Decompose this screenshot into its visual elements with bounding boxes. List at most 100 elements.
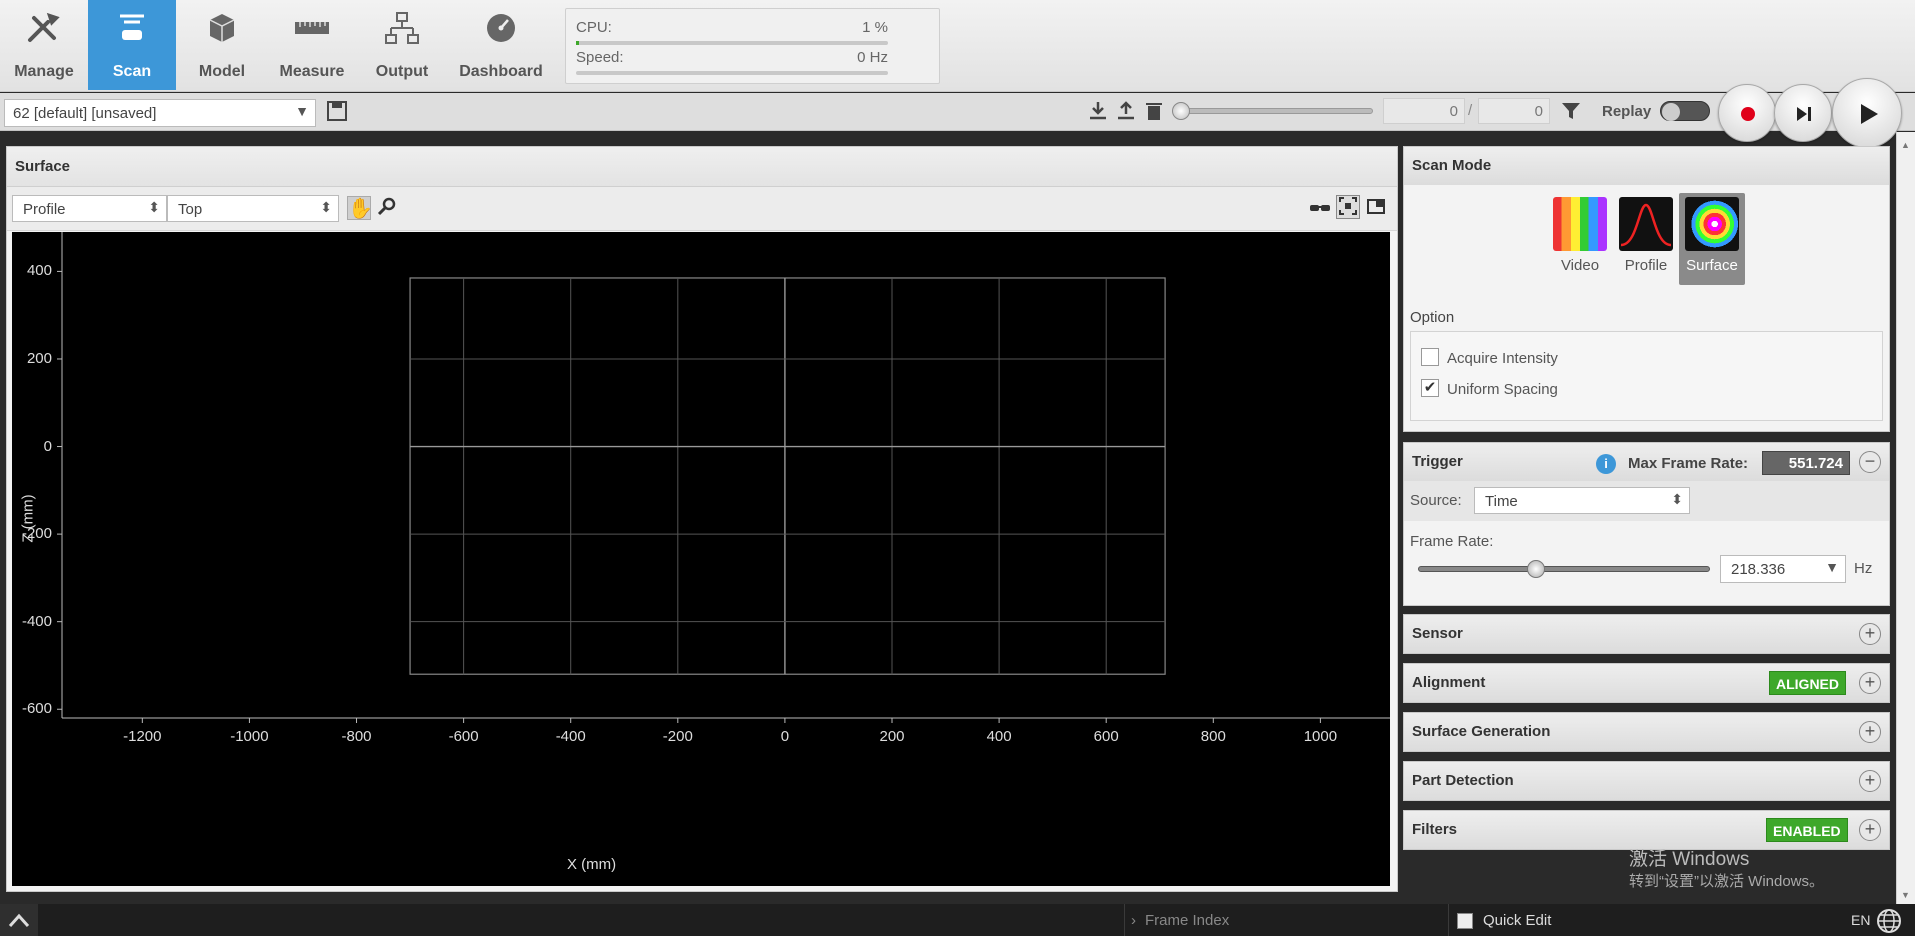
x-tick-label: -200 [662, 728, 693, 745]
tab-label: Output [375, 63, 429, 80]
select-arrow-icon: ⬍ [148, 199, 160, 215]
replay-toggle[interactable] [1660, 101, 1710, 121]
globe-icon[interactable] [1876, 908, 1902, 934]
x-tick-label: -1000 [230, 728, 269, 745]
x-tick-label: 800 [1200, 728, 1226, 745]
quick-edit-label: Quick Edit [1483, 912, 1552, 929]
surface-plot[interactable]: 400 200 0 -200 -400 -600 -1200 -1000 -800 -600 -4… [12, 232, 1390, 886]
alignment-section[interactable]: Alignment ALIGNED + [1403, 663, 1890, 703]
surface-plot-canvas [57, 232, 1390, 723]
play-button[interactable] [1832, 78, 1902, 148]
x-tick-label: -600 [448, 728, 479, 745]
tab-label: Dashboard [459, 63, 543, 80]
max-frame-rate-label: Max Frame Rate: [1628, 455, 1749, 472]
x-tick-label: 1000 [1303, 728, 1338, 745]
cube-icon [209, 14, 235, 42]
gauge-icon [487, 14, 515, 42]
select-arrow-icon: ⬍ [1671, 491, 1683, 507]
options-box: Acquire Intensity ✔ Uniform Spacing [1410, 331, 1883, 421]
quick-edit-checkbox[interactable] [1457, 913, 1473, 929]
part-detection-section[interactable]: Part Detection + [1403, 761, 1890, 801]
replay-slider[interactable] [1172, 102, 1373, 120]
x-tick-label: 0 [780, 728, 790, 745]
x-axis-label: X (mm) [567, 856, 617, 873]
download-icon[interactable] [1086, 100, 1110, 124]
orientation-select[interactable]: Top ⬍ [167, 195, 339, 222]
tab-label: Model [198, 63, 246, 80]
mode-label: Profile [1624, 257, 1668, 274]
acquire-intensity-checkbox[interactable] [1421, 348, 1439, 366]
chevron-right-icon: › [1131, 912, 1136, 929]
frame-rate-input[interactable]: 218.336 ▼ [1720, 555, 1846, 583]
uniform-spacing-checkbox[interactable]: ✔ [1421, 379, 1439, 397]
cpu-label: CPU: [576, 19, 612, 36]
maximize-icon[interactable] [1364, 196, 1388, 220]
section-title: Part Detection [1404, 762, 1889, 800]
speed-value: 0 Hz [857, 49, 888, 66]
trash-icon[interactable] [1142, 100, 1166, 124]
expand-icon[interactable]: + [1859, 770, 1881, 792]
fit-view-icon[interactable] [1336, 195, 1360, 219]
view-select-value: Profile [23, 201, 66, 218]
video-mode-icon [1553, 197, 1607, 251]
slider-handle[interactable] [1172, 102, 1190, 120]
zoom-icon[interactable] [375, 196, 399, 220]
scroll-up-icon[interactable]: ▲ [1901, 140, 1910, 150]
x-tick-label: 400 [986, 728, 1012, 745]
toggle-knob [1662, 103, 1680, 121]
surface-panel: Surface Profile ⬍ Top ⬍ ✋ 400 200 0 -200 -40… [6, 146, 1398, 892]
scroll-down-icon[interactable]: ▼ [1901, 890, 1910, 900]
tab-manage[interactable]: Manage [0, 0, 88, 90]
performance-panel: CPU: 1 % Speed: 0 Hz [565, 8, 940, 84]
cpu-meter: CPU: 1 % [576, 19, 888, 45]
source-select[interactable]: Time ⬍ [1474, 487, 1690, 514]
sensor-section[interactable]: Sensor + [1403, 614, 1890, 654]
view-select[interactable]: Profile ⬍ [12, 195, 167, 222]
expand-icon[interactable]: + [1859, 672, 1881, 694]
surface-generation-section[interactable]: Surface Generation + [1403, 712, 1890, 752]
step-button[interactable] [1774, 84, 1832, 142]
orientation-select-value: Top [178, 201, 203, 218]
filter-icon[interactable] [1559, 100, 1583, 124]
tab-model[interactable]: Model [178, 0, 266, 90]
expand-icon[interactable]: + [1859, 623, 1881, 645]
source-row: Source: Time ⬍ [1404, 481, 1889, 521]
frame-rate-slider[interactable] [1418, 560, 1710, 578]
upload-icon[interactable] [1114, 100, 1138, 124]
frame-index-field[interactable]: › Frame Index [1124, 904, 1444, 936]
frame-current[interactable]: 0 [1383, 98, 1465, 124]
play-icon [1861, 104, 1878, 124]
expand-icon[interactable]: + [1859, 819, 1881, 841]
x-tick-label: 200 [879, 728, 905, 745]
save-icon[interactable] [325, 100, 349, 124]
speed-label: Speed: [576, 49, 624, 66]
expand-panel-button[interactable] [0, 904, 38, 936]
mode-video-button[interactable]: Video [1547, 193, 1613, 285]
max-frame-rate-value: 551.724 [1762, 451, 1850, 475]
pan-hand-icon[interactable]: ✋ [347, 196, 373, 220]
y-tick-label: 0 [43, 437, 52, 455]
slider-handle[interactable] [1526, 560, 1545, 578]
quick-edit-toggle[interactable]: Quick Edit [1448, 904, 1818, 936]
mode-surface-button[interactable]: Surface [1679, 193, 1745, 285]
x-tick-label: 600 [1093, 728, 1119, 745]
page-scrollbar[interactable]: ▲ ▼ [1896, 132, 1915, 904]
tab-measure[interactable]: Measure [268, 0, 356, 90]
info-icon[interactable]: i [1596, 454, 1616, 474]
glasses-icon[interactable] [1308, 196, 1332, 220]
tab-scan[interactable]: Scan [88, 0, 176, 90]
chevron-up-icon [8, 913, 30, 928]
tab-output[interactable]: Output [358, 0, 446, 90]
tab-dashboard[interactable]: Dashboard [456, 0, 546, 90]
collapse-icon[interactable]: − [1859, 451, 1881, 473]
expand-icon[interactable]: + [1859, 721, 1881, 743]
job-select[interactable]: 62 [default] [unsaved] ▼ [4, 99, 316, 127]
network-icon [385, 12, 419, 44]
record-button[interactable] [1718, 84, 1776, 142]
job-name: 62 [default] [unsaved] [13, 105, 157, 122]
language-label[interactable]: EN [1851, 912, 1870, 928]
y-tick-label: 200 [26, 349, 52, 367]
mode-profile-button[interactable]: Profile [1613, 193, 1679, 285]
y-axis-label: Z (mm) [19, 494, 37, 543]
cpu-bar [576, 41, 888, 45]
